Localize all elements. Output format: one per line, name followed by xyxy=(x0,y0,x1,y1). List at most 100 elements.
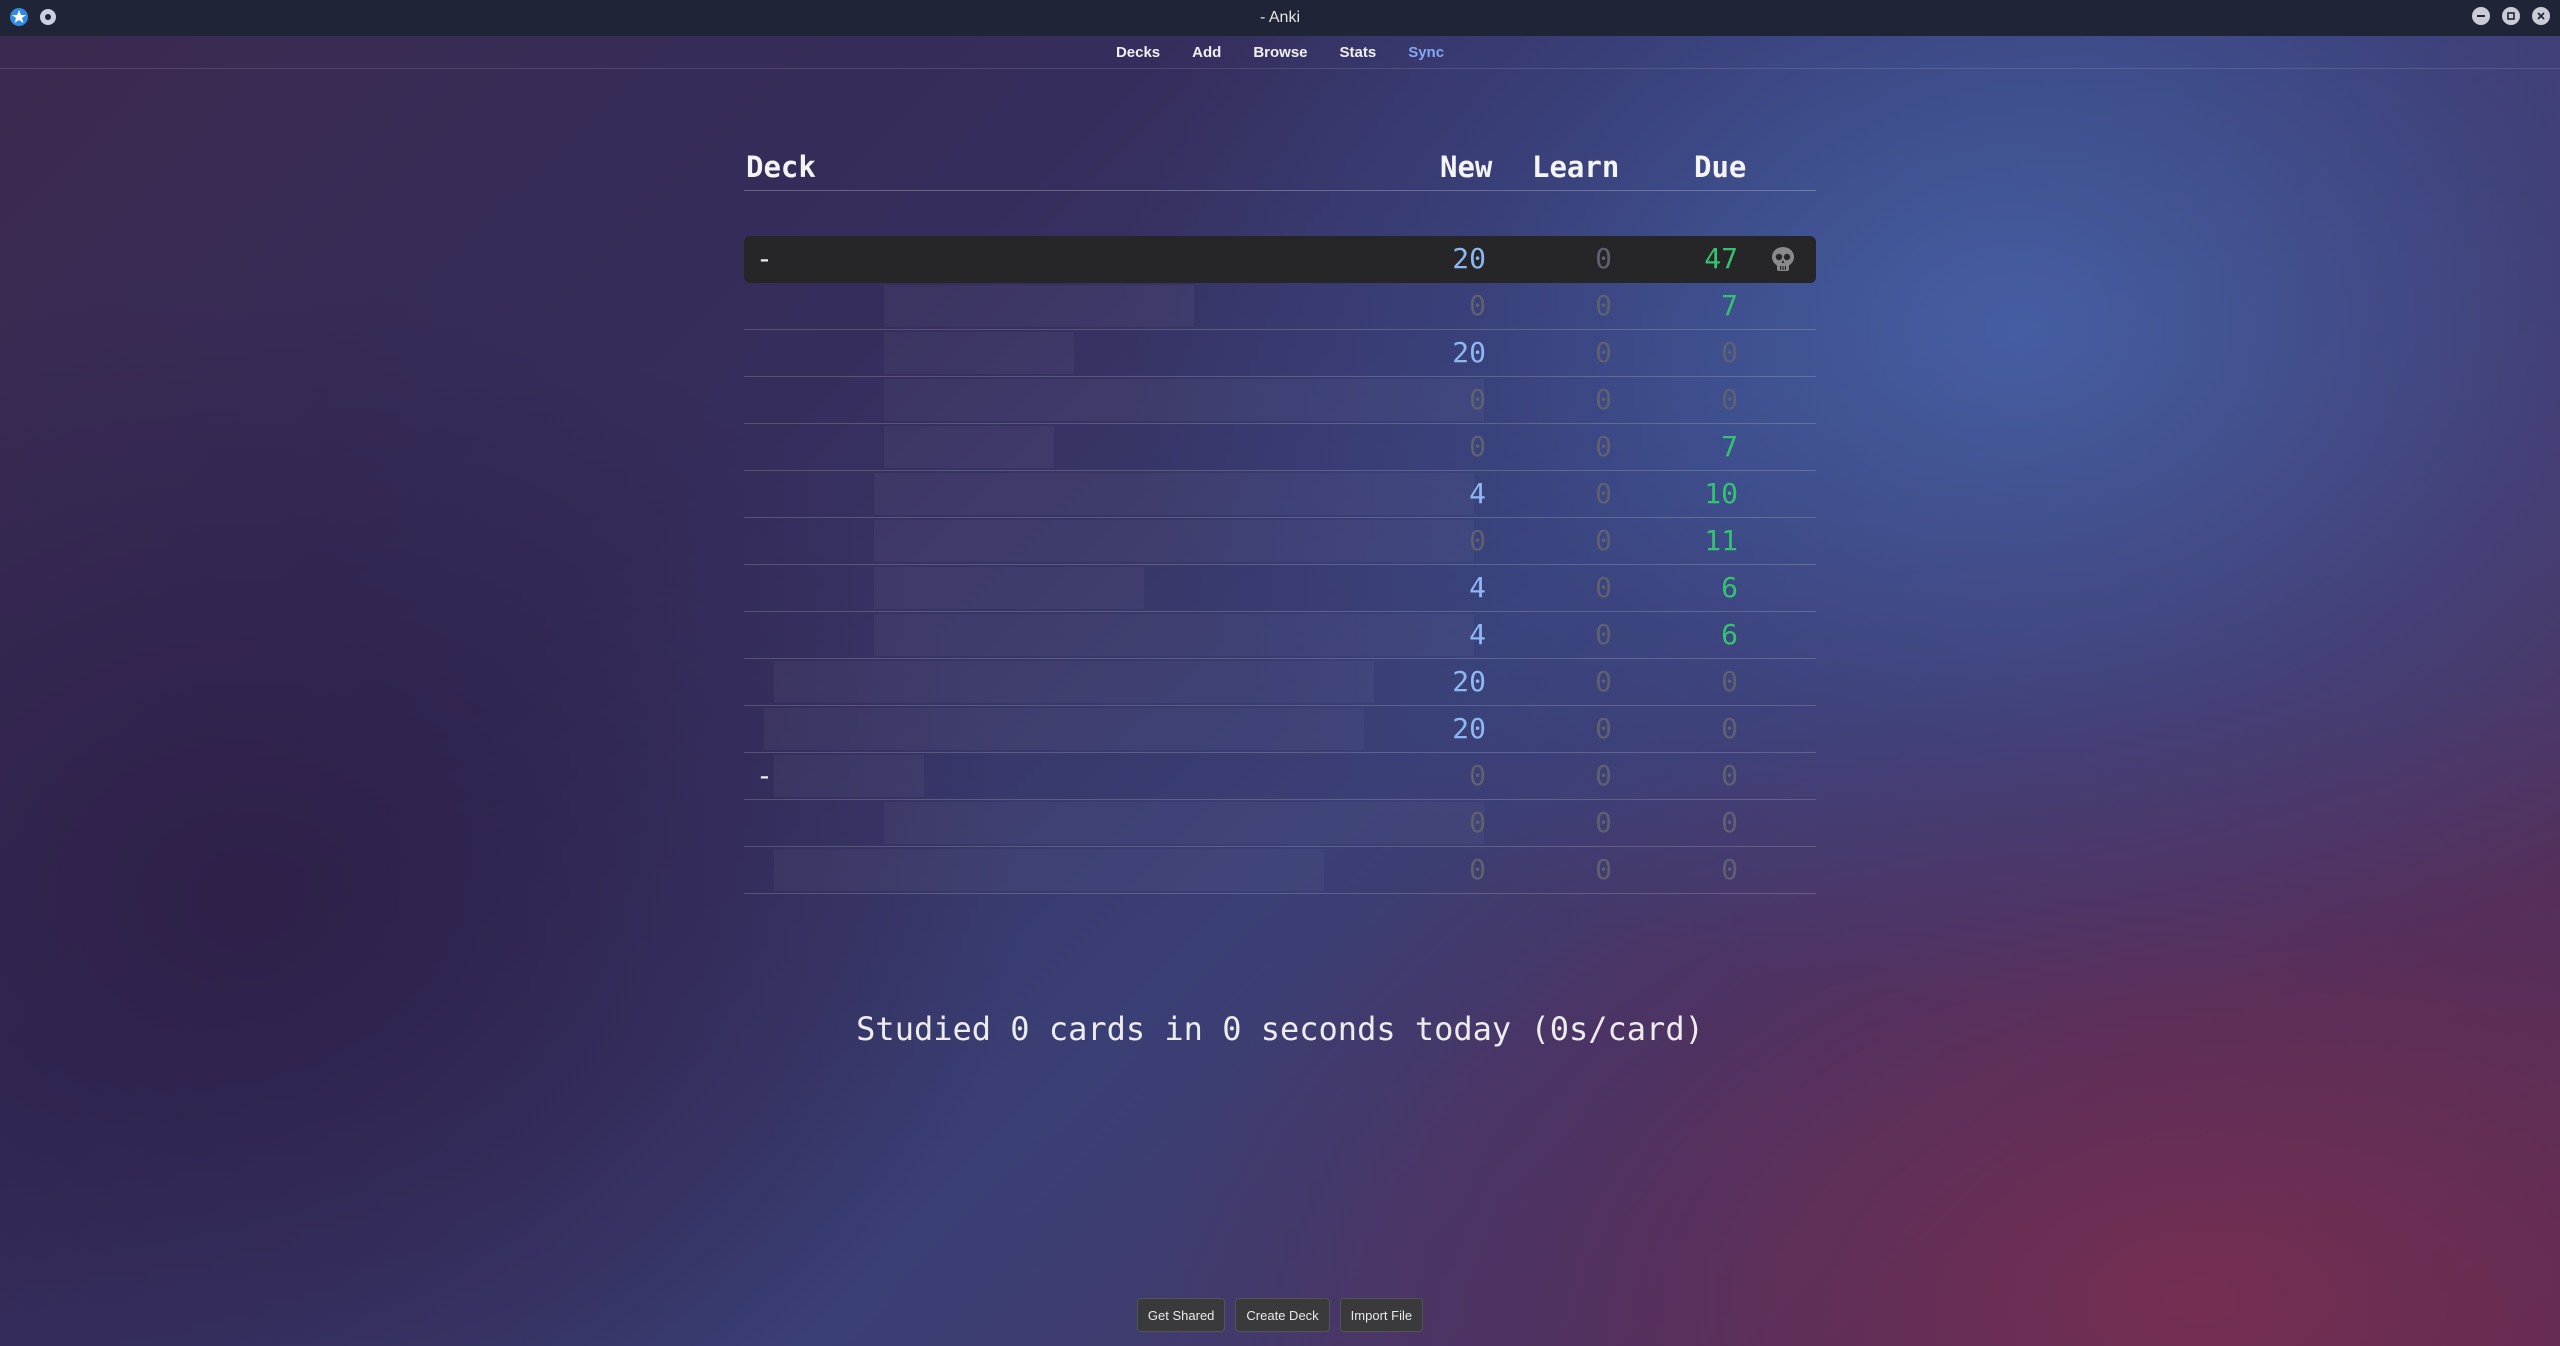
learn-count: 0 xyxy=(1595,665,1612,698)
title-bar-left xyxy=(8,6,56,28)
learn-count: 0 xyxy=(1595,853,1612,886)
due-count: 7 xyxy=(1721,289,1738,322)
due-count: 0 xyxy=(1721,806,1738,839)
learn-count: 0 xyxy=(1595,712,1612,745)
deck-name[interactable] xyxy=(774,849,1324,891)
deck-row[interactable]: 4 0 10 xyxy=(744,471,1816,518)
learn-count: 0 xyxy=(1595,806,1612,839)
due-count: 10 xyxy=(1704,477,1738,510)
bottom-bar: Get Shared Create Deck Import File xyxy=(0,1298,2560,1332)
deck-name[interactable] xyxy=(874,567,1144,609)
new-count: 20 xyxy=(1452,242,1486,275)
collapse-toggle[interactable]: - xyxy=(756,242,773,275)
due-count: 6 xyxy=(1721,571,1738,604)
deck-row[interactable]: 20 0 0 xyxy=(744,330,1816,377)
due-count: 11 xyxy=(1704,524,1738,557)
due-count: 6 xyxy=(1721,618,1738,651)
title-bar: - Anki xyxy=(0,0,2560,36)
deck-name[interactable] xyxy=(774,661,1374,703)
window-controls xyxy=(2472,7,2550,25)
new-count: 0 xyxy=(1469,806,1486,839)
deck-name[interactable] xyxy=(764,708,1364,750)
learn-count: 0 xyxy=(1595,383,1612,416)
learn-count: 0 xyxy=(1595,477,1612,510)
window-title: - Anki xyxy=(1259,9,1300,26)
minimize-icon[interactable] xyxy=(2472,7,2490,25)
due-count: 0 xyxy=(1721,665,1738,698)
learn-count: 0 xyxy=(1595,336,1612,369)
header-learn: Learn xyxy=(1532,150,1620,184)
due-count: 0 xyxy=(1721,759,1738,792)
learn-count: 0 xyxy=(1595,571,1612,604)
studied-today-summary: Studied 0 cards in 0 seconds today (0s/c… xyxy=(856,1010,1704,1048)
deck-row[interactable]: 0 0 0 xyxy=(744,847,1816,894)
deck-rows: -20 0 47 0 0 7 20 0 0 0 0 0 0 0 7 4 0 10 0 0 11 4 0 6 4 0 6 20 0 0 20 0… xyxy=(744,236,1816,894)
deck-name[interactable] xyxy=(884,285,1194,327)
due-count: 0 xyxy=(1721,336,1738,369)
due-count: 0 xyxy=(1721,853,1738,886)
deck-row[interactable]: 4 0 6 xyxy=(744,565,1816,612)
create-deck-button[interactable]: Create Deck xyxy=(1235,1298,1330,1332)
deck-table: Deck New Learn Due -20 0 47 0 0 7 20 0 0 0 0 0 0 0 7 4 0… xyxy=(744,140,1816,894)
toolbar-add-link[interactable]: Add xyxy=(1192,44,1221,61)
due-count: 0 xyxy=(1721,383,1738,416)
table-spacer xyxy=(744,191,1816,236)
learn-count: 0 xyxy=(1595,759,1612,792)
new-count: 20 xyxy=(1452,665,1486,698)
close-icon[interactable] xyxy=(2532,7,2550,25)
main-toolbar: Decks Add Browse Stats Sync xyxy=(0,36,2560,69)
toolbar-decks-link[interactable]: Decks xyxy=(1116,44,1160,61)
deck-name[interactable] xyxy=(874,520,1474,562)
deck-row[interactable]: 20 0 0 xyxy=(744,706,1816,753)
new-count: 4 xyxy=(1469,618,1486,651)
new-count: 4 xyxy=(1469,477,1486,510)
deck-row[interactable]: - 0 0 0 xyxy=(744,753,1816,800)
learn-count: 0 xyxy=(1595,430,1612,463)
deck-name[interactable] xyxy=(884,332,1074,374)
anki-star-icon[interactable] xyxy=(8,6,30,28)
header-new: New xyxy=(1440,150,1493,184)
new-count: 0 xyxy=(1469,289,1486,322)
deck-name[interactable] xyxy=(874,473,1474,515)
deck-row[interactable]: 0 0 0 xyxy=(744,800,1816,847)
new-count: 0 xyxy=(1469,524,1486,557)
import-file-button[interactable]: Import File xyxy=(1339,1298,1424,1332)
deck-row[interactable]: 0 0 7 xyxy=(744,283,1816,330)
toolbar-sync-link[interactable]: Sync xyxy=(1408,44,1444,61)
learn-count: 0 xyxy=(1595,242,1612,275)
get-shared-button[interactable]: Get Shared xyxy=(1136,1298,1226,1332)
collapse-toggle[interactable]: - xyxy=(756,759,773,792)
deck-name[interactable] xyxy=(884,802,1484,844)
deck-row[interactable]: 0 0 11 xyxy=(744,518,1816,565)
deck-row[interactable]: - 20 0 47 xyxy=(744,236,1816,283)
deck-name[interactable] xyxy=(774,755,924,797)
due-count: 47 xyxy=(1704,242,1738,275)
header-due: Due xyxy=(1694,150,1747,184)
learn-count: 0 xyxy=(1595,618,1612,651)
new-count: 0 xyxy=(1469,383,1486,416)
deck-row[interactable]: 20 0 0 xyxy=(744,659,1816,706)
skull-gear-icon[interactable] xyxy=(1768,244,1798,274)
header-deck: Deck xyxy=(746,150,816,184)
deck-name[interactable] xyxy=(884,379,1484,421)
due-count: 0 xyxy=(1721,712,1738,745)
new-count: 20 xyxy=(1452,712,1486,745)
deck-row[interactable]: 0 0 0 xyxy=(744,377,1816,424)
deck-name[interactable] xyxy=(884,426,1054,468)
learn-count: 0 xyxy=(1595,524,1612,557)
deck-table-header: Deck New Learn Due xyxy=(744,140,1816,191)
due-count: 7 xyxy=(1721,430,1738,463)
new-count: 20 xyxy=(1452,336,1486,369)
new-count: 0 xyxy=(1469,759,1486,792)
toolbar-browse-link[interactable]: Browse xyxy=(1253,44,1307,61)
new-count: 4 xyxy=(1469,571,1486,604)
maximize-icon[interactable] xyxy=(2502,7,2520,25)
deck-name[interactable] xyxy=(874,614,1474,656)
new-count: 0 xyxy=(1469,853,1486,886)
pin-icon[interactable] xyxy=(40,9,56,25)
deck-row[interactable]: 0 0 7 xyxy=(744,424,1816,471)
toolbar-stats-link[interactable]: Stats xyxy=(1340,44,1377,61)
deck-row[interactable]: 4 0 6 xyxy=(744,612,1816,659)
new-count: 0 xyxy=(1469,430,1486,463)
learn-count: 0 xyxy=(1595,289,1612,322)
